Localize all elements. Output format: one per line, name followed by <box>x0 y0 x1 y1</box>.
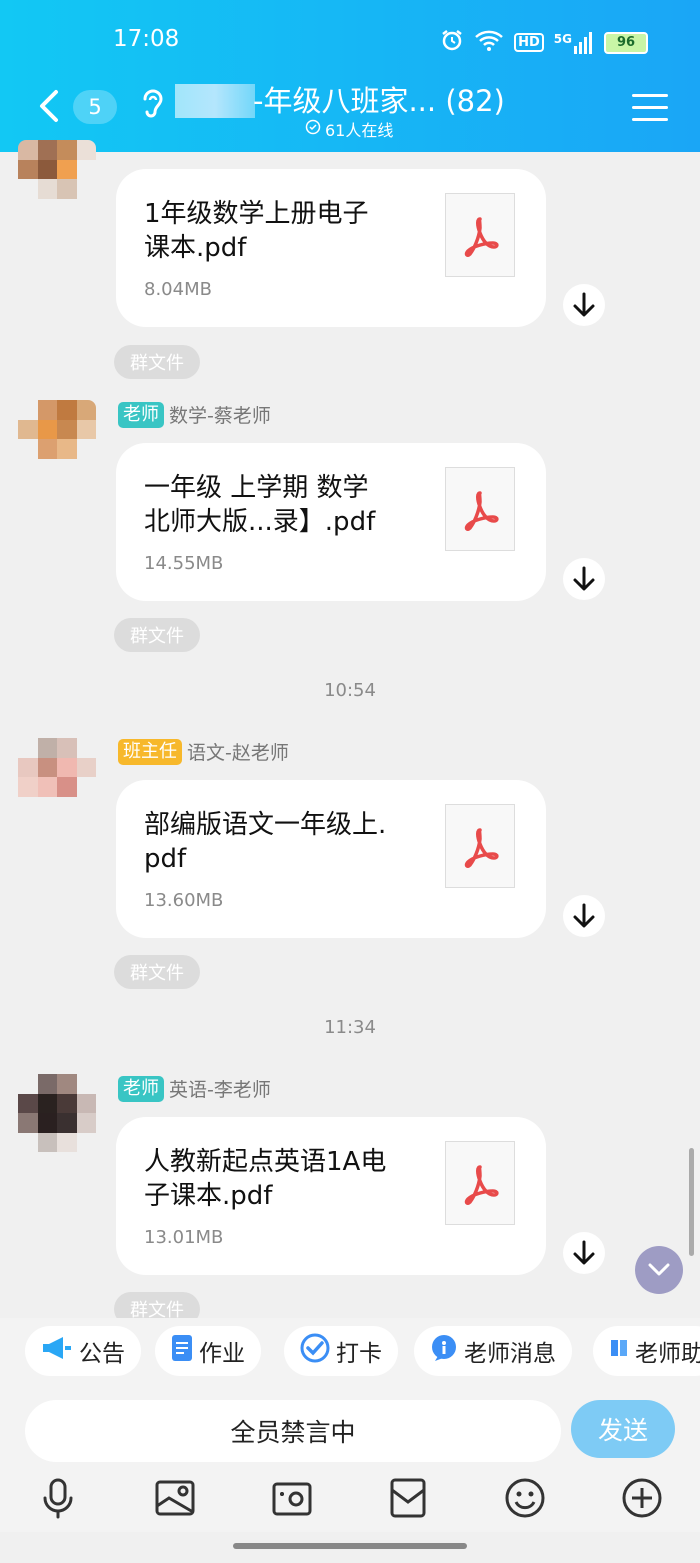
menu-icon[interactable] <box>632 94 668 122</box>
wifi-icon <box>474 28 504 57</box>
sender-line: 老师 英语-李老师 <box>118 1075 271 1102</box>
signal-icon: 5G <box>553 31 594 54</box>
avatar[interactable] <box>18 1074 96 1152</box>
book-icon <box>609 1336 629 1366</box>
ear-icon[interactable] <box>140 86 166 126</box>
sender-line: 班主任 语文-赵老师 <box>118 738 289 765</box>
sender-name[interactable]: 语文-赵老师 <box>187 738 289 765</box>
homework-button[interactable]: 作业 <box>155 1326 261 1376</box>
red-packet-icon[interactable] <box>386 1476 430 1520</box>
file-size: 13.01MB <box>144 1227 224 1248</box>
status-time: 17:08 <box>113 26 180 52</box>
checkin-button[interactable]: 打卡 <box>284 1326 398 1376</box>
timestamp: 10:54 <box>324 680 376 701</box>
camera-icon[interactable] <box>270 1476 314 1520</box>
avatar[interactable] <box>18 400 96 478</box>
teacher-messages-label: 老师消息 <box>464 1341 556 1367</box>
file-name: 部编版语文一年级上. pdf <box>144 808 414 876</box>
hd-icon: HD <box>514 33 544 52</box>
sender-name[interactable]: 数学-蔡老师 <box>169 401 271 428</box>
megaphone-icon <box>41 1335 73 1367</box>
file-name: 一年级 上学期 数学 北师大版...录】.pdf <box>144 471 414 539</box>
online-count: 61人在线 <box>325 121 394 140</box>
file-message-bubble[interactable]: 人教新起点英语1A电 子课本.pdf 13.01MB <box>116 1117 546 1275</box>
status-bar: 17:08 HD 5G 96 <box>0 26 700 58</box>
download-icon[interactable] <box>563 558 605 600</box>
teacher-assistant-button[interactable]: 老师助 <box>593 1326 700 1376</box>
file-name-line-1: 一年级 上学期 数学 <box>144 473 369 503</box>
download-icon[interactable] <box>563 895 605 937</box>
file-message-bubble[interactable]: 1年级数学上册电子 课本.pdf 8.04MB <box>116 169 546 327</box>
emoji-icon[interactable] <box>503 1476 547 1520</box>
scroll-down-button[interactable] <box>635 1246 683 1294</box>
file-size: 13.60MB <box>144 890 224 911</box>
blurred-group-name <box>175 84 255 118</box>
file-name-line-2: 北师大版...录】.pdf <box>144 507 376 537</box>
input-row: 全员禁言中 发送 <box>0 1388 700 1468</box>
pdf-icon <box>445 804 515 888</box>
network-type: 5G <box>553 31 572 46</box>
alarm-icon <box>440 28 464 57</box>
battery-icon: 96 <box>604 31 648 54</box>
teacher-messages-button[interactable]: 老师消息 <box>414 1326 572 1376</box>
scrollbar[interactable] <box>689 1148 694 1256</box>
back-arrow-icon[interactable] <box>34 86 64 126</box>
file-name-line-1: 人教新起点英语1A电 <box>144 1147 387 1177</box>
file-size: 8.04MB <box>144 279 212 300</box>
bottom-action-bar <box>0 1468 700 1532</box>
check-circle-icon <box>305 119 321 139</box>
pdf-icon <box>445 193 515 277</box>
avatar[interactable] <box>18 140 96 218</box>
file-name: 1年级数学上册电子 课本.pdf <box>144 197 414 265</box>
teacher-assistant-label: 老师助 <box>635 1341 700 1367</box>
avatar[interactable] <box>18 738 96 816</box>
file-size: 14.55MB <box>144 553 224 574</box>
image-icon[interactable] <box>153 1476 197 1520</box>
status-icons: HD 5G 96 <box>440 28 648 57</box>
role-badge: 老师 <box>118 401 164 428</box>
file-name: 人教新起点英语1A电 子课本.pdf <box>144 1145 414 1213</box>
homework-label: 作业 <box>199 1341 245 1367</box>
file-name-line-1: 1年级数学上册电子 <box>144 199 369 229</box>
send-button[interactable]: 发送 <box>571 1400 675 1458</box>
file-name-line-2: pdf <box>144 844 187 874</box>
file-name-line-2: 课本.pdf <box>144 233 247 263</box>
file-message-bubble[interactable]: 部编版语文一年级上. pdf 13.60MB <box>116 780 546 938</box>
download-icon[interactable] <box>563 284 605 326</box>
chat-bubble-icon <box>430 1334 458 1368</box>
file-name-line-1: 部编版语文一年级上. <box>144 810 387 840</box>
announcement-label: 公告 <box>79 1341 125 1367</box>
nav-bar: 5 -年级八班家... (82) 61人在线 <box>0 72 700 142</box>
checkin-label: 打卡 <box>336 1341 382 1367</box>
pdf-icon <box>445 467 515 551</box>
home-indicator[interactable] <box>233 1543 467 1549</box>
file-name-line-2: 子课本.pdf <box>144 1181 273 1211</box>
document-icon <box>171 1334 193 1368</box>
timestamp: 11:34 <box>324 1017 376 1038</box>
microphone-icon[interactable] <box>36 1476 80 1520</box>
role-badge: 老师 <box>118 1075 164 1102</box>
pdf-icon <box>445 1141 515 1225</box>
check-circle-icon <box>300 1333 330 1369</box>
unread-badge[interactable]: 5 <box>73 90 117 124</box>
file-message-bubble[interactable]: 一年级 上学期 数学 北师大版...录】.pdf 14.55MB <box>116 443 546 601</box>
message-input-muted: 全员禁言中 <box>25 1400 561 1462</box>
role-badge: 班主任 <box>118 738 182 765</box>
download-icon[interactable] <box>563 1232 605 1274</box>
sender-name[interactable]: 英语-李老师 <box>169 1075 271 1102</box>
group-file-tag: 群文件 <box>114 618 200 652</box>
quick-toolbar: 公告 作业 打卡 老师消息 老师助 <box>0 1318 700 1388</box>
header-bar: 17:08 HD 5G 96 5 -年级八班家... (82) 61人在线 <box>0 0 700 152</box>
plus-icon[interactable] <box>620 1476 664 1520</box>
group-file-tag: 群文件 <box>114 955 200 989</box>
online-status: 61人在线 <box>305 117 393 141</box>
announcement-button[interactable]: 公告 <box>25 1326 141 1376</box>
group-title[interactable]: -年级八班家... (82) <box>253 78 505 120</box>
group-file-tag: 群文件 <box>114 345 200 379</box>
sender-line: 老师 数学-蔡老师 <box>118 401 271 428</box>
battery-level: 96 <box>616 35 636 50</box>
